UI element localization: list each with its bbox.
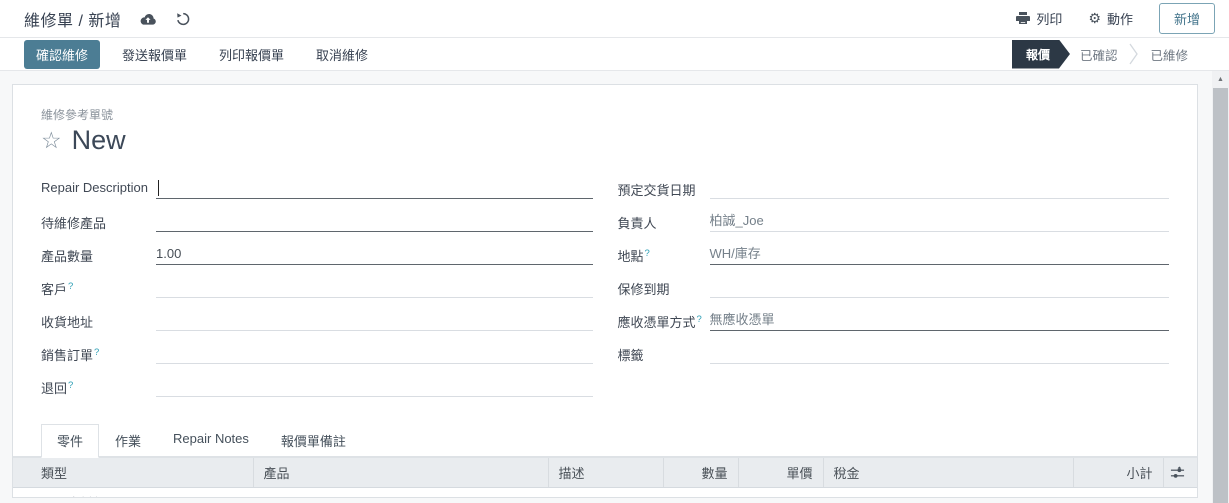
col-header-unit-price: 單價 <box>738 458 823 488</box>
gear-icon: ⚙ <box>1088 10 1101 27</box>
action-menu[interactable]: ⚙ 動作 <box>1088 9 1133 28</box>
tab-operations[interactable]: 作業 <box>99 424 157 458</box>
cancel-repair-button[interactable]: 取消維修 <box>306 40 378 69</box>
field-label-scheduled-date: 預定交貨日期 <box>618 178 710 199</box>
save-cloud-icon[interactable] <box>139 12 157 26</box>
customer-input[interactable] <box>156 277 593 298</box>
location-input[interactable]: WH/庫存 <box>710 244 1170 265</box>
field-label-location: 地點? <box>618 244 710 265</box>
col-header-subtotal: 小計 <box>1073 458 1163 488</box>
sale-order-input[interactable] <box>156 343 593 364</box>
help-marker: ? <box>68 281 73 292</box>
field-label-product-quantity: 產品數量 <box>41 244 156 265</box>
field-label-tags: 標籤 <box>618 343 710 364</box>
confirm-repair-button[interactable]: 確認維修 <box>24 40 100 69</box>
action-label: 動作 <box>1107 9 1133 28</box>
field-label-customer: 客戶? <box>41 277 156 298</box>
scrollbar-up-arrow[interactable]: ▲ <box>1212 71 1229 87</box>
table-add-row: 加入資料行 <box>13 488 1197 498</box>
parts-table: 類型 產品 描述 數量 單價 稅金 小計 <box>13 457 1197 488</box>
field-label-repair-description: Repair Description <box>41 178 156 195</box>
return-input[interactable] <box>156 376 593 397</box>
col-header-quantity: 數量 <box>663 458 738 488</box>
form-view: 維修參考單號 ☆ New Repair Description 待維修產品 <box>0 71 1229 503</box>
invoice-method-input[interactable]: 無應收憑單 <box>710 310 1170 331</box>
product-quantity-input[interactable]: 1.00 <box>156 244 593 265</box>
form-sheet: 維修參考單號 ☆ New Repair Description 待維修產品 <box>12 84 1198 498</box>
add-line-button[interactable]: 加入資料行 <box>41 493 106 498</box>
col-header-type: 類型 <box>13 458 253 488</box>
help-marker: ? <box>645 248 650 259</box>
field-label-product-to-repair: 待維修產品 <box>41 211 156 232</box>
tab-parts[interactable]: 零件 <box>41 424 99 458</box>
field-grid: Repair Description 待維修產品 產品數量 1.00 客戶? <box>41 178 1169 409</box>
tab-quotation-notes[interactable]: 報價單備註 <box>265 424 362 458</box>
scheduled-date-input[interactable] <box>710 178 1170 199</box>
discard-undo-icon[interactable] <box>175 11 191 27</box>
vertical-scrollbar[interactable]: ▲ <box>1212 71 1229 503</box>
favorite-star-icon[interactable]: ☆ <box>41 129 62 152</box>
control-panel: 確認維修 發送報價單 列印報價單 取消維修 報價 已確認 已維修 <box>0 38 1229 71</box>
col-header-description: 描述 <box>548 458 663 488</box>
warranty-expiration-input[interactable] <box>710 277 1170 298</box>
reference-label: 維修參考單號 <box>41 106 1169 123</box>
product-to-repair-input[interactable] <box>156 211 593 232</box>
status-step-repaired[interactable]: 已維修 <box>1140 39 1198 70</box>
col-header-taxes: 稅金 <box>823 458 1073 488</box>
scrollbar-thumb[interactable] <box>1213 88 1228 503</box>
field-label-invoice-method: 應收憑單方式? <box>618 310 710 331</box>
tags-input[interactable] <box>710 343 1170 364</box>
send-quotation-button[interactable]: 發送報價單 <box>112 40 197 69</box>
help-marker: ? <box>68 380 73 391</box>
repair-description-input[interactable] <box>156 178 593 199</box>
field-label-sale-order: 銷售訂單? <box>41 343 156 364</box>
tab-repair-notes[interactable]: Repair Notes <box>157 424 265 458</box>
field-label-warranty-expiration: 保修到期 <box>618 277 710 298</box>
record-title: New <box>72 125 126 156</box>
status-step-confirmed[interactable]: 已確認 <box>1070 39 1128 70</box>
responsible-input[interactable]: 柏誠_Joe <box>710 211 1170 232</box>
status-step-quotation[interactable]: 報價 <box>1012 40 1070 69</box>
print-label: 列印 <box>1036 9 1062 28</box>
help-marker: ? <box>94 347 99 358</box>
print-quotation-button[interactable]: 列印報價單 <box>209 40 294 69</box>
text-cursor <box>158 180 159 196</box>
statusbar: 報價 已確認 已維修 <box>1012 38 1198 70</box>
field-label-responsible: 負責人 <box>618 211 710 232</box>
top-navbar: 維修單 / 新增 列印 ⚙ 動作 新增 <box>0 0 1229 38</box>
column-sliders-icon <box>1170 466 1185 480</box>
new-button[interactable]: 新增 <box>1159 3 1215 34</box>
notebook-tabs: 零件 作業 Repair Notes 報價單備註 <box>41 423 1197 457</box>
optional-columns-toggle[interactable] <box>1163 458 1197 488</box>
field-label-return: 退回? <box>41 376 156 397</box>
delivery-address-input[interactable] <box>156 310 593 331</box>
field-label-delivery-address: 收貨地址 <box>41 310 156 331</box>
help-marker: ? <box>697 314 702 325</box>
chevron-separator-icon <box>1129 43 1138 65</box>
col-header-product: 產品 <box>253 458 548 488</box>
printer-icon <box>1016 12 1030 25</box>
print-menu[interactable]: 列印 <box>1016 9 1062 28</box>
breadcrumb[interactable]: 維修單 / 新增 <box>24 7 121 31</box>
